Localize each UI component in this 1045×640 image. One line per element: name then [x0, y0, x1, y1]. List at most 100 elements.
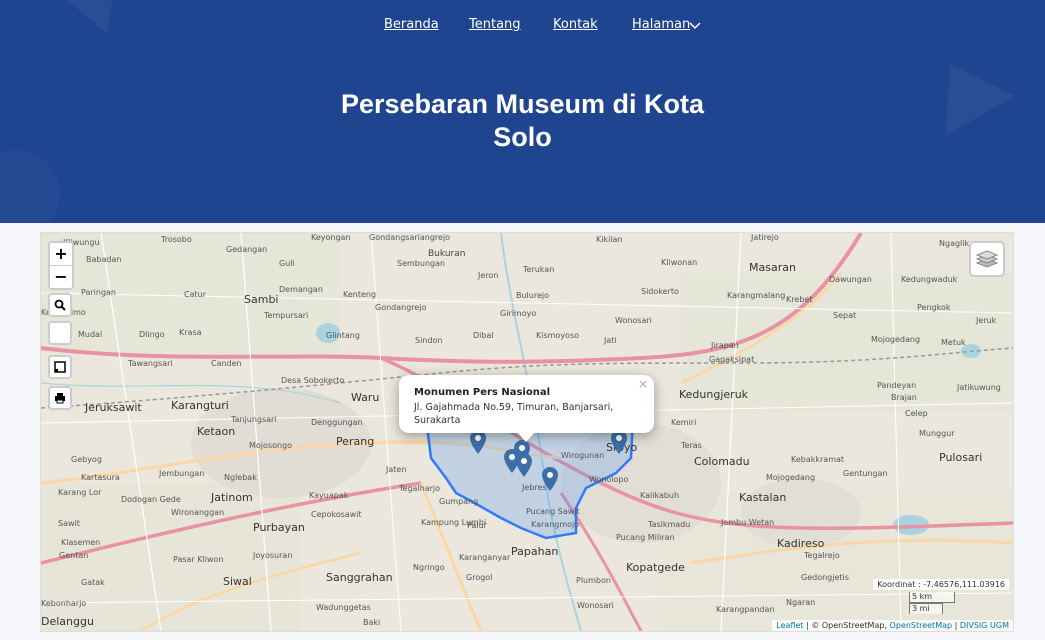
zoom-in-button[interactable]: + [50, 243, 72, 266]
map-place-label: Dlingo [139, 330, 165, 339]
map-place-label: Kebonharjo [41, 599, 87, 608]
print-button[interactable] [48, 386, 72, 410]
map-place-label: Wonosari [577, 601, 614, 610]
map-place-label: Plumbon [576, 576, 611, 585]
map-place-label: Kadireso [777, 537, 825, 550]
map-place-label: Grogol [466, 573, 493, 582]
map-attribution: Leaflet | © OpenStreetMap, OpenStreetMap… [772, 620, 1013, 631]
map-place-label: Terukan [523, 265, 555, 274]
map-place-label: Pandeyan [877, 381, 917, 390]
map-place-label: Kayuapak [309, 491, 349, 500]
map-place-label: Kebakkramat [791, 455, 845, 464]
map-place-label: Siwal [223, 575, 252, 588]
scale-km: 5 km [909, 592, 955, 603]
map-place-label: Kismoyoso [536, 331, 580, 340]
osm-link[interactable]: OpenStreetMap [890, 621, 953, 630]
map-place-label: Gedongjetis [801, 573, 849, 582]
map-place-label: Wadunggetas [316, 603, 371, 612]
map-place-label: Mojogedang [766, 473, 816, 482]
page-title: Persebaran Museum di Kota Solo [0, 88, 1045, 154]
search-button[interactable] [48, 293, 72, 317]
museum-marker[interactable] [470, 430, 486, 454]
map-place-label: Palur [467, 521, 487, 530]
map-place-label: Gondangrejo [375, 303, 427, 312]
map-place-label: Jeron [478, 271, 499, 280]
map-place-label: Celep [905, 409, 928, 418]
map-place-label: Tegalharjo [399, 484, 441, 493]
map-place-label: Sindon [415, 336, 443, 345]
museum-map[interactable]: Kliwungu Trosobo Keyongan Gondangsariang… [40, 232, 1014, 632]
layers-button[interactable] [969, 241, 1005, 277]
map-place-label: Klasemen [61, 538, 101, 547]
map-place-label: Wironanggan [171, 508, 225, 517]
map-place-label: Kopatgede [626, 561, 685, 574]
divsig-link[interactable]: DIVSIG UGM [960, 621, 1009, 630]
popup-close-button[interactable]: × [638, 377, 648, 391]
map-place-label: Desa Sobokerto [281, 376, 345, 385]
map-place-label: Dawungan [829, 275, 872, 284]
fullscreen-button[interactable] [48, 355, 72, 379]
map-place-label: Tegalrejo [804, 551, 840, 560]
museum-marker[interactable] [542, 467, 558, 491]
map-place-label: Colomadu [694, 455, 750, 468]
map-place-label: Kedungjeruk [679, 388, 749, 401]
map-place-label: Jeruksawit [85, 401, 142, 414]
zoom-out-button[interactable]: − [50, 266, 72, 288]
top-navigation: Beranda Tentang Kontak Halaman [0, 17, 1045, 37]
map-place-label: Glintang [326, 331, 360, 340]
map-place-label: Guli [279, 259, 295, 268]
map-place-label: Teras [681, 441, 702, 450]
map-place-label: Pucang Sawit [526, 507, 580, 516]
map-place-label: Jatinom [211, 491, 253, 504]
map-place-label: Dodogan Gede [121, 495, 181, 504]
museum-marker[interactable] [516, 453, 532, 477]
nav-item-tentang[interactable]: Tentang [469, 17, 521, 32]
map-place-label: Masaran [749, 261, 796, 274]
map-place-label: Mojosongo [249, 441, 293, 450]
map-place-label: Joyosuran [253, 551, 293, 560]
map-place-label: Ketaon [197, 425, 236, 438]
map-place-label: Gondangsariangrejo [369, 233, 451, 242]
print-icon [55, 393, 65, 404]
map-place-label: Babadan [86, 255, 122, 264]
map-place-label: Metuk [941, 338, 966, 347]
map-place-label: Gebyog [71, 455, 102, 464]
map-place-label: Krebet [786, 295, 813, 304]
map-place-label: Kedungwaduk [901, 275, 958, 284]
museum-marker[interactable] [611, 430, 627, 454]
map-place-label: Sanggrahan [326, 571, 393, 584]
map-place-label: Girimoyo [500, 309, 537, 318]
leaflet-link[interactable]: Leaflet [776, 621, 803, 630]
layers-icon [976, 250, 998, 268]
map-place-label: Kartasura [81, 473, 120, 482]
map-place-label: Demangan [279, 285, 323, 294]
popup-address: Jl. Gajahmada No.59, Timuran, Banjarsari… [414, 401, 636, 427]
map-place-label: Mudal [78, 330, 103, 339]
map-place-label: Kenteng [343, 290, 377, 299]
scale-mi: 3 mi [909, 603, 943, 614]
decorative-circle [0, 150, 60, 223]
map-place-label: Kastalan [739, 491, 787, 504]
nav-item-beranda[interactable]: Beranda [384, 17, 439, 32]
map-place-label: Waru [351, 391, 380, 404]
map-place-label: Jeruk [976, 316, 997, 325]
map-place-label: Kemiri [671, 418, 697, 427]
map-place-label: Papahan [511, 545, 559, 558]
map-place-label: Kikilan [596, 235, 623, 244]
chevron-down-icon[interactable] [689, 20, 701, 32]
map-place-label: Tempursari [264, 311, 309, 320]
nav-item-kontak[interactable]: Kontak [553, 17, 598, 32]
map-place-label: Brajan [891, 393, 917, 402]
map-place-label: Sidokerto [641, 287, 679, 296]
map-place-label: Sawit [58, 519, 80, 528]
map-place-label: Karangpandan [716, 605, 775, 614]
nav-item-halaman[interactable]: Halaman [632, 17, 690, 32]
map-place-label: Paringan [81, 288, 116, 297]
map-place-label: Keyongan [311, 233, 351, 242]
fullscreen-icon [54, 361, 66, 373]
locate-button[interactable] [48, 321, 72, 345]
page-title-line: Solo [493, 122, 552, 152]
map-place-label: Wirogunan [561, 451, 605, 460]
map-place-label: Tawangsari [128, 359, 173, 368]
map-place-label: Denggungan [311, 418, 363, 427]
